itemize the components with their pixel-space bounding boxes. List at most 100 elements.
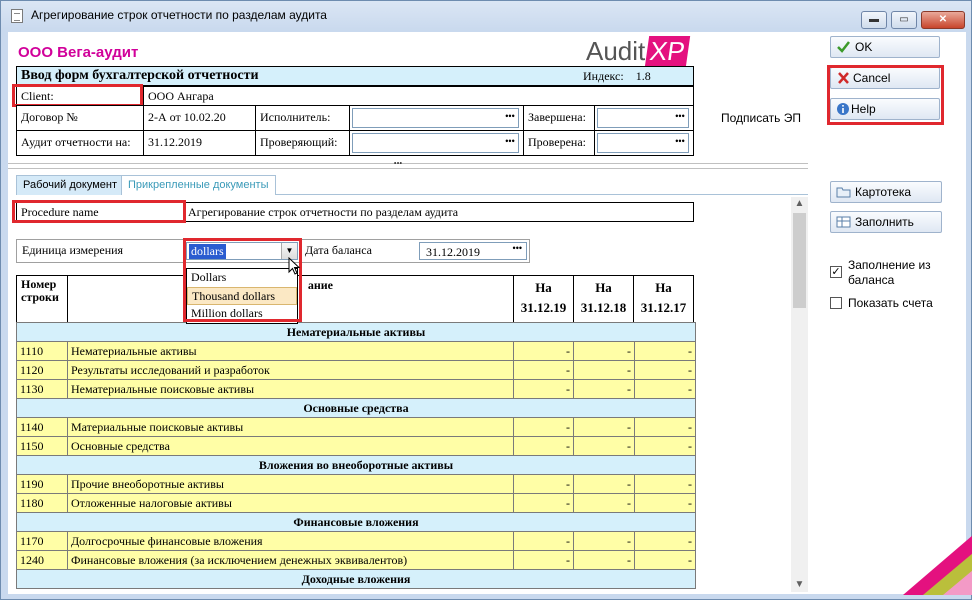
value-cell[interactable]: - (513, 341, 574, 361)
value-cell[interactable]: - (513, 493, 574, 513)
splitter-handle[interactable]: ••• (368, 160, 428, 168)
sign-label[interactable]: Подписать ЭП (721, 111, 801, 125)
section-row: Основные средства (16, 398, 696, 418)
scroll-up-icon[interactable]: ▲ (791, 197, 808, 211)
value-cell[interactable]: - (573, 550, 635, 570)
executor-picker-button[interactable]: ••• (503, 112, 517, 124)
row-code: 1140 (16, 417, 68, 437)
executor-cell: ••• (349, 105, 524, 131)
fill-button[interactable]: Заполнить (830, 211, 942, 233)
balance-date-label: Дата баланса (300, 243, 372, 258)
value-cell[interactable]: - (513, 417, 574, 437)
value-cell[interactable]: - (573, 417, 635, 437)
value-cell[interactable]: - (573, 531, 635, 551)
section-title: Доходные вложения (16, 569, 696, 589)
cardfile-button[interactable]: Картотека (830, 181, 942, 203)
value-cell[interactable]: - (634, 436, 696, 456)
value-cell[interactable]: - (513, 436, 574, 456)
tab-work-document[interactable]: Рабочий документ (16, 175, 124, 195)
section-title: Основные средства (16, 398, 696, 418)
tab-bar: Рабочий документ Прикрепленные документы (16, 175, 808, 195)
mouse-cursor-icon (288, 257, 301, 275)
tab-attached-documents[interactable]: Прикрепленные документы (121, 175, 276, 195)
value-cell[interactable]: - (513, 360, 574, 380)
value-cell[interactable]: - (634, 341, 696, 361)
scroll-down-icon[interactable]: ▼ (791, 578, 808, 592)
scroll-thumb[interactable] (793, 213, 806, 308)
row-name: Результаты исследований и разработок (67, 360, 514, 380)
date-picker-button[interactable]: ••• (513, 243, 522, 253)
value-cell[interactable]: - (634, 360, 696, 380)
check-icon (837, 41, 850, 53)
value-cell[interactable]: - (634, 493, 696, 513)
table-row: 1150 Основные средства - - - (16, 436, 696, 456)
value-cell[interactable]: - (634, 531, 696, 551)
value-cell[interactable]: - (513, 531, 574, 551)
balance-date-field[interactable]: 31.12.2019 ••• (419, 242, 527, 260)
section-row: Нематериальные активы (16, 322, 696, 342)
value-cell[interactable]: - (513, 379, 574, 399)
fill-from-balance-label: Заполнение из баланса (848, 258, 931, 287)
reviewer-picker-button[interactable]: ••• (503, 137, 517, 149)
row-name: Финансовые вложения (за исключением дене… (67, 550, 514, 570)
close-button[interactable]: ✕ (921, 11, 965, 29)
section-title: Вложения во внеоборотные активы (16, 455, 696, 475)
table-row: 1240 Финансовые вложения (за исключением … (16, 550, 696, 570)
section-title: Нематериальные активы (16, 322, 696, 342)
value-cell[interactable]: - (573, 341, 635, 361)
maximize-button[interactable]: ▭ (891, 11, 917, 29)
section-row: Финансовые вложения (16, 512, 696, 532)
value-cell[interactable]: - (573, 379, 635, 399)
audit-label: Аудит отчетности на: (16, 130, 144, 156)
section-title: Финансовые вложения (16, 512, 696, 532)
title-bar[interactable]: Агрегирование строк отчетности по раздел… (1, 1, 971, 31)
value-cell[interactable]: - (634, 417, 696, 437)
table-row: 1190 Прочие внеоборотные активы - - - (16, 474, 696, 494)
row-code: 1110 (16, 341, 68, 361)
value-cell[interactable]: - (634, 379, 696, 399)
reviewer-cell: ••• (349, 130, 524, 156)
show-accounts-checkbox[interactable] (830, 297, 842, 309)
completed-label: Завершена: (523, 105, 595, 131)
ok-button[interactable]: OK (830, 36, 940, 58)
row-code: 1130 (16, 379, 68, 399)
table-row: 1180 Отложенные налоговые активы - - - (16, 493, 696, 513)
decorative-swoosh (903, 535, 972, 595)
row-name: Прочие внеоборотные активы (67, 474, 514, 494)
executor-field[interactable] (352, 108, 519, 128)
row-name: Нематериальные поисковые активы (67, 379, 514, 399)
fill-from-balance-checkbox[interactable]: ✓ (830, 266, 842, 278)
reviewer-label: Проверяющий: (255, 130, 350, 156)
col-number-header: Номер строки (16, 275, 68, 323)
side-panel: OK Cancel Help Подписать ЭП Картотека За… (721, 32, 972, 595)
client-value: ООО Ангара (143, 86, 694, 106)
table-row: 1140 Материальные поисковые активы - - - (16, 417, 696, 437)
client-highlight (12, 84, 143, 107)
value-cell[interactable]: - (513, 550, 574, 570)
reviewer-field[interactable] (352, 133, 519, 153)
row-code: 1180 (16, 493, 68, 513)
value-cell[interactable]: - (573, 360, 635, 380)
value-cell[interactable]: - (513, 474, 574, 494)
completed-picker-button[interactable]: ••• (673, 112, 687, 124)
balance-table: Нематериальные активы 1110 Нематериальные … (16, 322, 696, 589)
row-name: Долгосрочные финансовые вложения (67, 531, 514, 551)
section-row: Вложения во внеоборотные активы (16, 455, 696, 475)
col-date-3-header: На 31.12.17 (633, 275, 694, 323)
procedure-value: Агрегирование строк отчетности по раздел… (183, 202, 694, 222)
vertical-scrollbar[interactable]: ▲ ▼ (791, 197, 808, 592)
col-date-1-header: На 31.12.19 (513, 275, 574, 323)
checked-picker-button[interactable]: ••• (673, 137, 687, 149)
audit-value: 31.12.2019 (143, 130, 256, 156)
checked-cell: ••• (594, 130, 694, 156)
value-cell[interactable]: - (634, 550, 696, 570)
table-row: 1170 Долгосрочные финансовые вложения - - - (16, 531, 696, 551)
index-label: Индекс: 1.8 (583, 69, 651, 83)
minimize-button[interactable]: ▬ (861, 11, 887, 29)
value-cell[interactable]: - (573, 474, 635, 494)
row-name: Материальные поисковые активы (67, 417, 514, 437)
value-cell[interactable]: - (634, 474, 696, 494)
value-cell[interactable]: - (573, 436, 635, 456)
col-date-2-header: На 31.12.18 (573, 275, 634, 323)
value-cell[interactable]: - (573, 493, 635, 513)
